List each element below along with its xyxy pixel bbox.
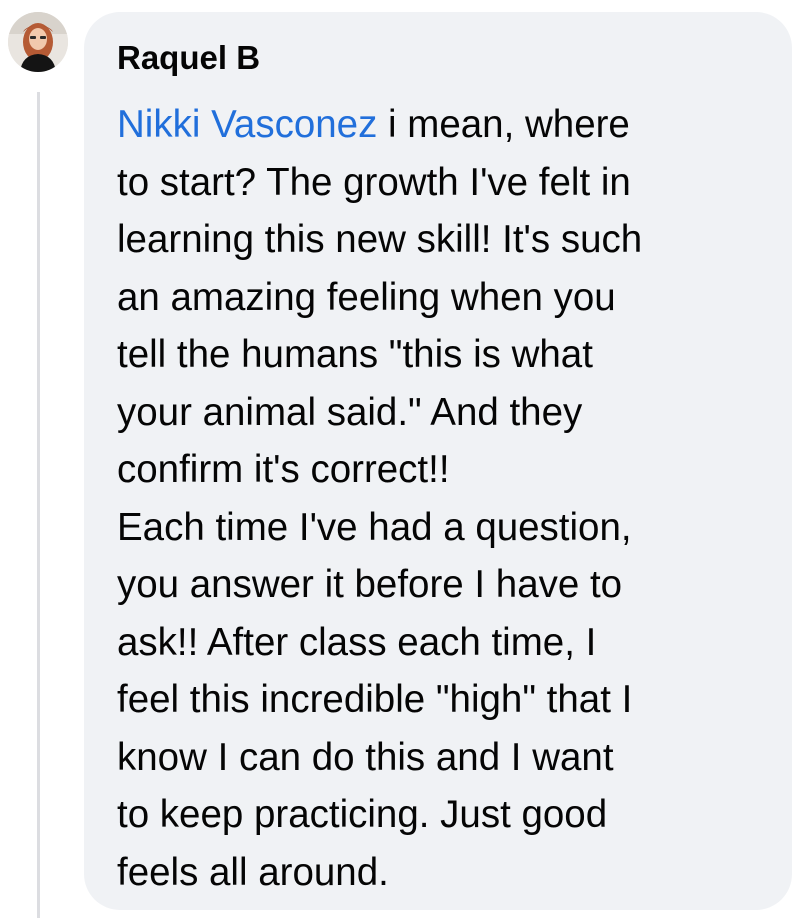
comment-body-text: i mean, where to start? The growth I've … [117,103,643,894]
profile-photo-icon [8,12,68,72]
mention-link[interactable]: Nikki Vasconez [117,103,377,146]
comment-text: Nikki Vasconez i mean, where to start? T… [117,96,764,901]
comment-bubble: Raquel B Nikki Vasconez i mean, where to… [84,12,792,910]
comment-author-name[interactable]: Raquel B [117,38,764,78]
avatar[interactable] [8,12,68,72]
reply-thread-line [37,92,40,918]
